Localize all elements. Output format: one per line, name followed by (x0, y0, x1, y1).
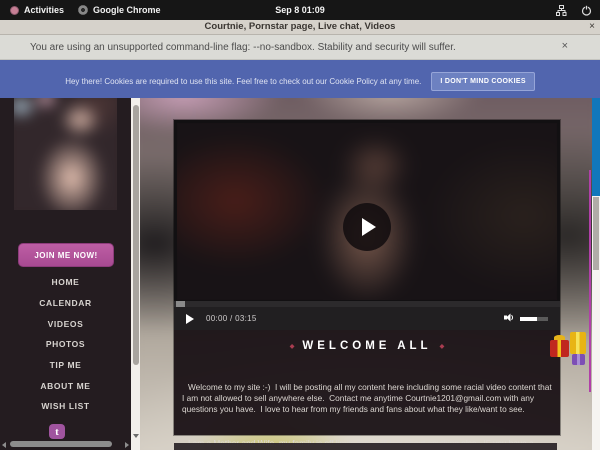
play-overlay-button[interactable] (343, 203, 391, 251)
power-icon[interactable] (581, 5, 592, 16)
page-scroll-thumb[interactable] (593, 197, 599, 270)
profile-photo[interactable] (14, 98, 117, 210)
gift-icon[interactable] (572, 354, 585, 365)
diamond-icon: ◆ (440, 343, 445, 350)
page-card: 00:00 / 03:15 (174, 120, 560, 435)
welcome-heading: ◆ WELCOME ALL ◆ (174, 340, 560, 352)
video-controls: 00:00 / 03:15 (174, 307, 560, 330)
infobar-close-icon[interactable]: × (562, 40, 568, 52)
next-section-bar (174, 443, 557, 450)
sidebar-item-videos[interactable]: VIDEOS (0, 313, 131, 334)
sidebar-item-wish-list[interactable]: WISH LIST (0, 396, 131, 417)
infobar-message: You are using an unsupported command-lin… (30, 42, 456, 53)
time-display: 00:00 / 03:15 (206, 314, 257, 323)
join-now-button[interactable]: JOIN ME NOW! (18, 243, 114, 267)
clock[interactable]: Sep 8 01:09 (0, 5, 600, 15)
window-title: Courtnie, Pornstar page, Live chat, Vide… (0, 21, 600, 32)
welcome-text: Welcome to my site :-) I will be posting… (182, 359, 552, 450)
scroll-right-icon[interactable] (125, 442, 129, 448)
cookie-message: Hey there! Cookies are required to use t… (65, 77, 421, 86)
gift-widget-divider (589, 170, 591, 392)
scroll-down-icon[interactable] (133, 434, 139, 438)
main-content: 00:00 / 03:15 (140, 98, 592, 450)
sidebar: JOIN ME NOW! HOME CALENDAR VIDEOS PHOTOS… (0, 98, 131, 450)
sidebar-item-home[interactable]: HOME (0, 272, 131, 293)
sidebar-item-photos[interactable]: PHOTOS (0, 334, 131, 355)
desktop-top-bar: Activities Google Chrome Sep 8 01:09 (0, 0, 600, 20)
site-content: JOIN ME NOW! HOME CALENDAR VIDEOS PHOTOS… (0, 98, 600, 450)
sidebar-item-calendar[interactable]: CALENDAR (0, 293, 131, 314)
sidebar-vertical-scrollbar[interactable] (131, 98, 140, 450)
chrome-infobar: You are using an unsupported command-lin… (0, 35, 600, 60)
sidebar-item-about-me[interactable]: ABOUT ME (0, 375, 131, 396)
diamond-icon: ◆ (290, 343, 295, 350)
play-icon (362, 218, 376, 236)
cookie-accept-button[interactable]: I DON'T MIND COOKIES (431, 72, 534, 91)
scroll-left-icon[interactable] (2, 442, 6, 448)
video-player[interactable]: 00:00 / 03:15 (174, 120, 560, 330)
horizontal-scroll-thumb[interactable] (10, 441, 112, 447)
network-icon[interactable] (556, 5, 567, 16)
welcome-paragraph-1: Welcome to my site :-) I will be posting… (182, 382, 552, 416)
sidebar-item-tip-me[interactable]: TIP ME (0, 355, 131, 376)
welcome-section: ◆ WELCOME ALL ◆ Welcome to my site :-) I… (174, 330, 560, 435)
gift-icon[interactable] (570, 332, 586, 354)
sidebar-horizontal-scrollbar[interactable] (0, 440, 131, 449)
window-close-button[interactable]: × (589, 20, 595, 34)
play-button[interactable] (186, 314, 194, 324)
vertical-scroll-thumb[interactable] (133, 105, 139, 365)
volume-icon[interactable] (504, 310, 515, 328)
cookie-banner: Hey there! Cookies are required to use t… (0, 60, 600, 98)
social-icon[interactable]: t (49, 424, 65, 439)
welcome-title: WELCOME ALL (302, 340, 431, 352)
screen: Activities Google Chrome Sep 8 01:09 (0, 0, 600, 450)
sidebar-menu: HOME CALENDAR VIDEOS PHOTOS TIP ME ABOUT… (0, 272, 131, 417)
volume-slider[interactable] (520, 317, 548, 321)
volume-level (520, 317, 537, 321)
gift-icon[interactable] (550, 340, 569, 357)
browser-title-bar: Courtnie, Pornstar page, Live chat, Vide… (0, 20, 600, 35)
page-vertical-scrollbar[interactable] (592, 196, 600, 450)
